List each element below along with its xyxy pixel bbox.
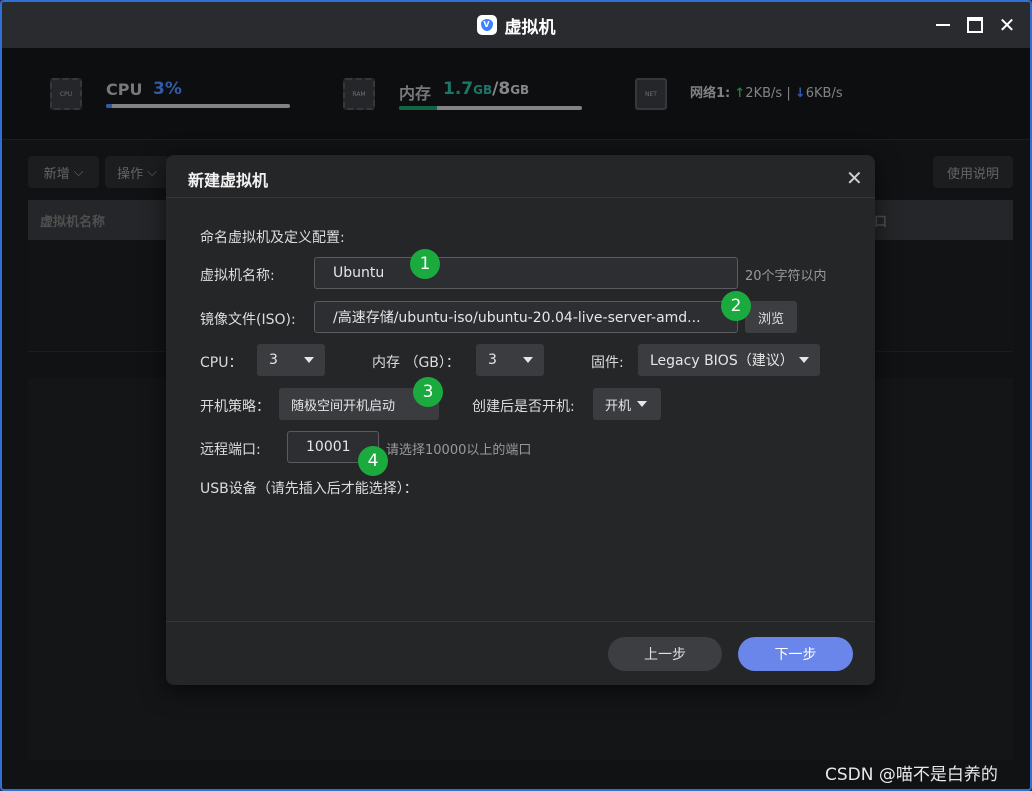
vm-name-hint: 20个字符以内 [745,269,827,284]
window-title: V 虚拟机 [2,2,1030,48]
annotation-badge-3: 3 [413,377,443,407]
app-window: V 虚拟机 ✕ CPU CPU 3% RAM 内存 1.7GB/8GB NET … [0,0,1032,791]
caret-down-icon [637,401,647,407]
dialog-divider [166,197,875,198]
firmware-select[interactable]: Legacy BIOS（建议） [638,344,820,376]
iso-label: 镜像文件(ISO): [200,312,296,328]
app-logo-icon: V [476,15,497,35]
cpu-select[interactable]: 3 [257,344,325,376]
remote-port-label: 远程端口: [200,442,261,458]
iso-path-input[interactable]: /高速存储/ubuntu-iso/ubuntu-20.04-live-serve… [314,301,738,333]
memory-field-label: 内存 （GB）： [372,355,460,371]
vm-name-label: 虚拟机名称: [200,268,275,284]
section-label: 命名虚拟机及定义配置: [200,230,345,246]
browse-button[interactable]: 浏览 [745,301,797,333]
boot-policy-label: 开机策略： [200,399,270,415]
annotation-badge-2: 2 [721,291,751,321]
new-vm-dialog: 新建虚拟机 ✕ 命名虚拟机及定义配置: 虚拟机名称: Ubuntu 20个字符以… [166,155,875,685]
annotation-badge-1: 1 [410,249,440,279]
watermark-text: CSDN @喵不是白养的 [825,765,998,785]
remote-port-hint: 请选择10000以上的端口 [386,443,532,458]
power-on-select[interactable]: 开机 [593,388,661,420]
cpu-field-label: CPU： [200,355,243,371]
annotation-badge-4: 4 [358,446,388,476]
close-icon[interactable]: ✕ [846,166,863,190]
usb-label: USB设备（请先插入后才能选择）： [200,481,418,497]
close-window-button[interactable]: ✕ [996,14,1018,36]
previous-step-button[interactable]: 上一步 [608,637,722,671]
caret-down-icon [523,357,533,363]
dialog-title: 新建虚拟机 [188,171,269,190]
minimize-button[interactable] [932,14,954,36]
firmware-label: 固件: [591,355,624,371]
title-bar: V 虚拟机 ✕ [2,2,1030,48]
caret-down-icon [304,357,314,363]
window-title-text: 虚拟机 [504,17,556,38]
caret-down-icon [799,357,809,363]
maximize-button[interactable] [964,14,986,36]
power-on-label: 创建后是否开机: [472,399,575,415]
vm-name-input[interactable]: Ubuntu [314,257,738,289]
memory-select[interactable]: 3 [476,344,544,376]
footer-divider [166,621,875,622]
next-step-button[interactable]: 下一步 [738,637,853,671]
